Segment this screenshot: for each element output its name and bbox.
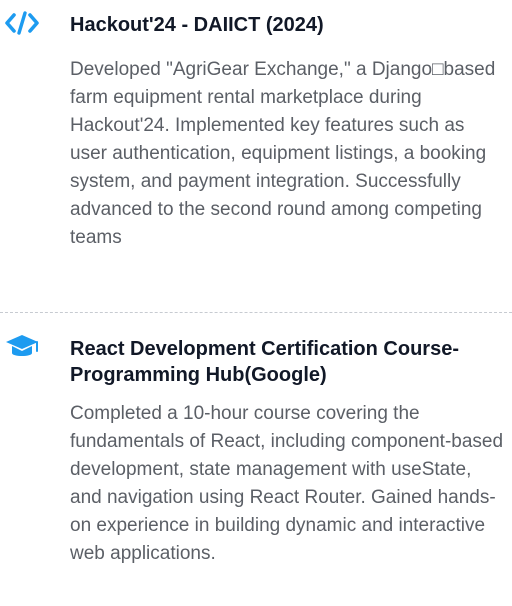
- entry-title: Hackout'24 - DAIICT (2024): [70, 14, 324, 36]
- graduation-cap-icon: [4, 332, 40, 362]
- code-icon: [4, 8, 40, 38]
- entry-description: Developed "AgriGear Exchange," a Django□…: [70, 59, 496, 248]
- entry-description: Completed a 10-hour course covering the …: [70, 403, 504, 564]
- section-divider: [0, 312, 512, 313]
- entry-title: React Development Certification Course-P…: [70, 338, 459, 386]
